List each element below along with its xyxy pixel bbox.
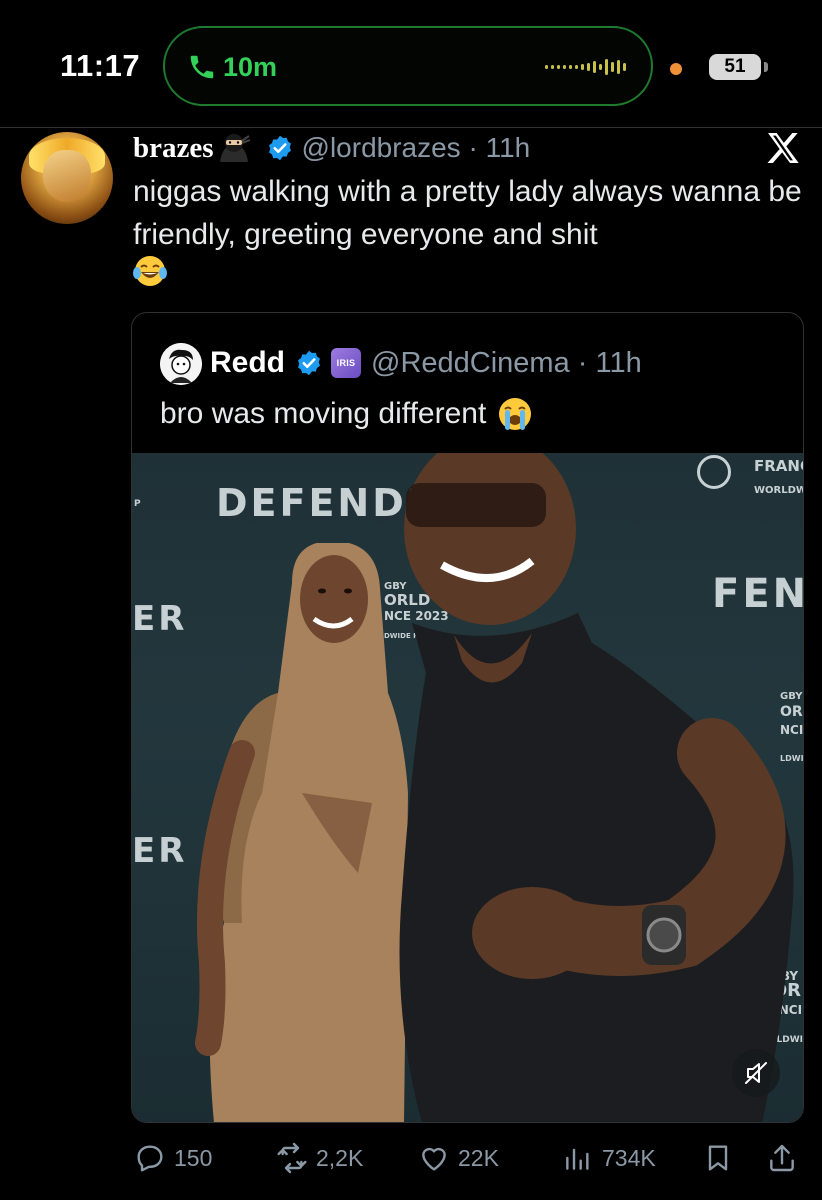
x-icon (767, 133, 799, 163)
mic-indicator-dot (670, 63, 682, 75)
battery-indicator: 51 (709, 54, 761, 80)
views-chart-icon (566, 1148, 589, 1170)
affiliate-badge-icon[interactable]: IRIS (331, 348, 361, 378)
tweet-text: niggas walking with a pretty lady always… (133, 175, 802, 251)
reply-button[interactable]: 150 (134, 1130, 212, 1186)
reply-count: 150 (174, 1144, 213, 1171)
face-with-tears-of-joy-icon (133, 256, 167, 286)
quoted-handle-and-time[interactable]: @ReddCinema · 11h (371, 347, 642, 380)
call-duration: 10m (223, 52, 278, 82)
avatar-face (43, 150, 91, 202)
backdrop-word: ER (132, 831, 188, 871)
quoted-tweet-header: Redd IRIS @ReddCinema · 11h (210, 341, 642, 385)
status-time: 11:17 (60, 48, 141, 83)
status-bar: 11:17 10m 51 (0, 0, 822, 128)
video-media[interactable]: DEFENDE ER FEN ER FRANC WORLDW GBY ORLD … (132, 453, 803, 1122)
ninja-emoji-icon (219, 134, 250, 162)
phone-icon (190, 55, 214, 79)
repost-count: 2,2K (316, 1144, 364, 1171)
reply-icon (137, 1145, 163, 1172)
speaker-muted-icon (745, 1062, 767, 1084)
verified-badge-icon (298, 350, 320, 376)
avatar[interactable] (21, 132, 113, 224)
tweet-header: brazes @lordbrazes · 11h (133, 128, 530, 168)
heart-icon (422, 1147, 446, 1171)
tweet-action-bar: 150 2,2K 22K 734K (0, 1130, 822, 1190)
handle-and-time[interactable]: @lordbrazes · 11h (302, 132, 531, 164)
quoted-tweet-card[interactable]: Redd IRIS @ReddCinema · 11h bro was movi… (131, 312, 804, 1123)
share-icon (770, 1144, 794, 1172)
backdrop-word: ER (132, 599, 188, 639)
repost-button[interactable]: 2,2K (276, 1130, 363, 1186)
man-figure (399, 453, 794, 1122)
quoted-tweet-text-row: bro was moving different (160, 395, 534, 433)
loudly-crying-face-icon (499, 398, 532, 430)
cartoon-avatar-icon (160, 343, 202, 385)
backdrop-small-text: P (134, 499, 141, 509)
repost-icon (277, 1142, 307, 1174)
quoted-display-name[interactable]: Redd (210, 346, 285, 380)
like-button[interactable]: 22K (418, 1130, 499, 1186)
quoted-tweet-text: bro was moving different (160, 397, 487, 430)
audio-waveform-icon (545, 59, 626, 75)
display-name[interactable]: brazes (133, 132, 214, 165)
views-button[interactable]: 734K (562, 1130, 656, 1186)
battery-tip (764, 62, 768, 72)
quoted-avatar[interactable] (160, 343, 202, 385)
bookmark-icon (708, 1145, 728, 1171)
view-count: 734K (602, 1144, 656, 1171)
bookmark-button[interactable] (702, 1130, 742, 1186)
dynamic-island-call[interactable]: 10m (163, 26, 653, 106)
verified-badge-icon (268, 135, 291, 161)
mute-toggle-button[interactable] (732, 1049, 780, 1097)
share-button[interactable] (766, 1130, 806, 1186)
like-count: 22K (458, 1144, 499, 1171)
